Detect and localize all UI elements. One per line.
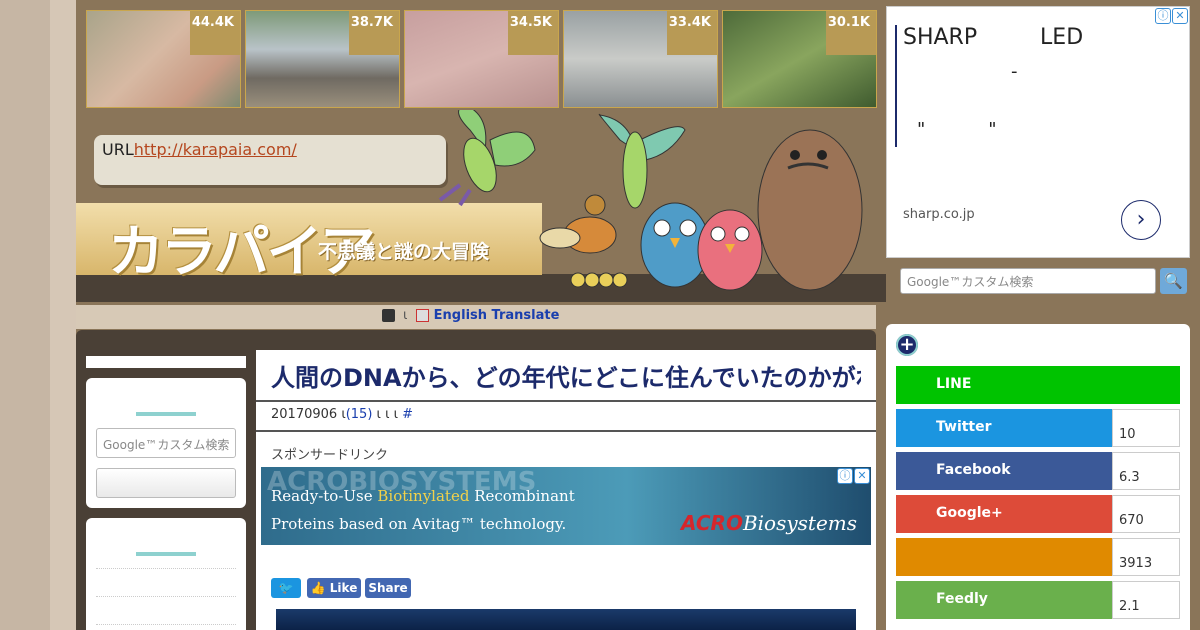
ad-accent-bar [895, 25, 897, 147]
view-count: 44.4K [190, 11, 240, 55]
ad-choices[interactable]: ⓘ ✕ [836, 468, 870, 484]
ad-line-1: Ready-to-Use Biotinylated Recombinant [271, 487, 575, 505]
url-label: URL [102, 140, 134, 159]
twitter-icon: 🐦 [278, 581, 294, 595]
social-count: 6.3 [1112, 452, 1180, 490]
comment-count-link[interactable]: (15) [346, 407, 373, 422]
acro-logo-b: Biosystems [742, 511, 858, 535]
facebook-like-button[interactable]: 👍 Like [307, 578, 361, 598]
url-line: URLhttp://karapaia.com/ [102, 140, 297, 159]
meta-divider [256, 430, 876, 432]
hash-link[interactable]: # [402, 407, 413, 422]
view-count: 34.5K [508, 11, 558, 55]
widget-title-bar [136, 552, 196, 556]
left-menu-header [86, 356, 246, 368]
translate-inner: ι English Translate [382, 308, 559, 323]
header-search-input[interactable]: Google™カスタム検索 [900, 268, 1156, 294]
social-row-twitter[interactable]: Twitter 10 [896, 409, 1180, 447]
ad-dash: - [1011, 61, 1018, 82]
search-button[interactable]: 🔍 [1160, 268, 1187, 294]
article-date: 20170906 [271, 407, 338, 422]
article-meta: 20170906 ι(15) ι ι ι # [271, 407, 413, 422]
popular-thumbnails: 44.4K 38.7K 34.5K 33.4K 30.1K [86, 10, 880, 108]
acro-ad-banner[interactable]: ACROBIOSYSTEMS Ready-to-Use Biotinylated… [261, 467, 871, 545]
left-background [0, 0, 50, 630]
translate-separator: ι [403, 308, 408, 323]
search-icon: 🔍 [1164, 272, 1183, 290]
social-row-feedly[interactable]: Feedly 2.1 [896, 581, 1180, 619]
plus-icon[interactable]: + [896, 334, 918, 356]
social-label: Google+ [896, 495, 1114, 533]
ad-site: sharp.co.jp [903, 207, 975, 222]
social-row-googleplus[interactable]: Google+ 670 [896, 495, 1180, 533]
ad-headline: SHARP LED [903, 25, 1084, 50]
social-label [896, 538, 1114, 576]
ad-info-icon[interactable]: ⓘ [1155, 8, 1171, 24]
left-stripe [50, 0, 76, 630]
tweet-button[interactable]: 🐦 [271, 578, 301, 598]
pink-bird-mascot-icon [697, 209, 763, 291]
article: 人間のDNAから、どの年代にどこに住んでいたのかがわかるようになった模様 201… [256, 350, 876, 630]
ad-quote: " " [917, 119, 997, 140]
social-count: 10 [1112, 409, 1180, 447]
butterfly-mascot-left-icon [438, 110, 536, 207]
site-url-box: URLhttp://karapaia.com/ [94, 135, 446, 185]
social-row-hatena[interactable]: 3913 [896, 538, 1180, 576]
ad-line-2: Proteins based on Avitag™ technology. [271, 515, 567, 533]
butterfly-mascot-center-icon [598, 113, 686, 209]
widget-title-bar [136, 412, 196, 416]
acro-logo-a: ACRO [681, 511, 743, 535]
sharp-ad[interactable]: ⓘ ✕ SHARP LED - " " sharp.co.jp › [886, 6, 1190, 258]
social-panel: + LINE Twitter 10 Facebook 6.3 Google+ 6… [886, 324, 1190, 630]
list-divider [96, 624, 236, 625]
thumbnail-5[interactable]: 30.1K [722, 10, 877, 108]
english-translate-link[interactable]: English Translate [434, 308, 560, 323]
social-count: 2.1 [1112, 581, 1180, 619]
view-count: 33.4K [667, 11, 717, 55]
thumbnail-2[interactable]: 38.7K [245, 10, 400, 108]
left-search-widget: Google™カスタム検索 [86, 378, 246, 508]
ad-arrow-button[interactable]: › [1121, 200, 1161, 240]
title-divider [256, 400, 876, 402]
facebook-share-button[interactable]: Share [365, 578, 411, 598]
site-url-link[interactable]: http://karapaia.com/ [134, 140, 297, 159]
view-count: 30.1K [826, 11, 876, 55]
ad-choices[interactable]: ⓘ ✕ [1154, 8, 1188, 24]
ad-line-1b: Biotinylated [377, 487, 470, 505]
social-row-facebook[interactable]: Facebook 6.3 [896, 452, 1180, 490]
ad-close-icon[interactable]: ✕ [854, 468, 870, 484]
translate-bar: ι English Translate [76, 305, 876, 329]
view-count: 38.7K [349, 11, 399, 55]
left-list-widget [86, 518, 246, 630]
thumbnail-3[interactable]: 34.5K [404, 10, 559, 108]
social-count: 3913 [1112, 538, 1180, 576]
left-search-button[interactable] [96, 468, 236, 498]
social-label: Twitter [896, 409, 1114, 447]
social-label: Facebook [896, 452, 1114, 490]
acro-logo: ACROBiosystems [681, 511, 857, 535]
ad-line-1c: Recombinant [469, 487, 575, 505]
ad-info-icon[interactable]: ⓘ [837, 468, 853, 484]
thumbnail-1[interactable]: 44.4K [86, 10, 241, 108]
sponsored-label: スポンサードリンク [271, 448, 389, 463]
flag-icon [415, 309, 429, 322]
beetle-mascot-icon [539, 194, 628, 288]
social-count: 670 [1112, 495, 1180, 533]
brown-blob-mascot-icon [757, 129, 863, 291]
social-row-line[interactable]: LINE [896, 366, 1180, 404]
meta-separators: ι ι ι [376, 407, 399, 422]
thumbnail-4[interactable]: 33.4K [563, 10, 718, 108]
list-divider [96, 568, 236, 569]
social-label: Feedly [896, 581, 1114, 619]
ad-close-icon[interactable]: ✕ [1172, 8, 1188, 24]
social-label: LINE [896, 366, 1180, 404]
globe-icon [382, 309, 395, 322]
left-search-input[interactable]: Google™カスタム検索 [96, 428, 236, 458]
article-title[interactable]: 人間のDNAから、どの年代にどこに住んでいたのかがわかるようになった模様 [271, 358, 861, 393]
article-hero-image [276, 609, 856, 630]
list-divider [96, 596, 236, 597]
ad-line-1a: Ready-to-Use [271, 487, 378, 505]
mascot-illustration [438, 110, 863, 291]
